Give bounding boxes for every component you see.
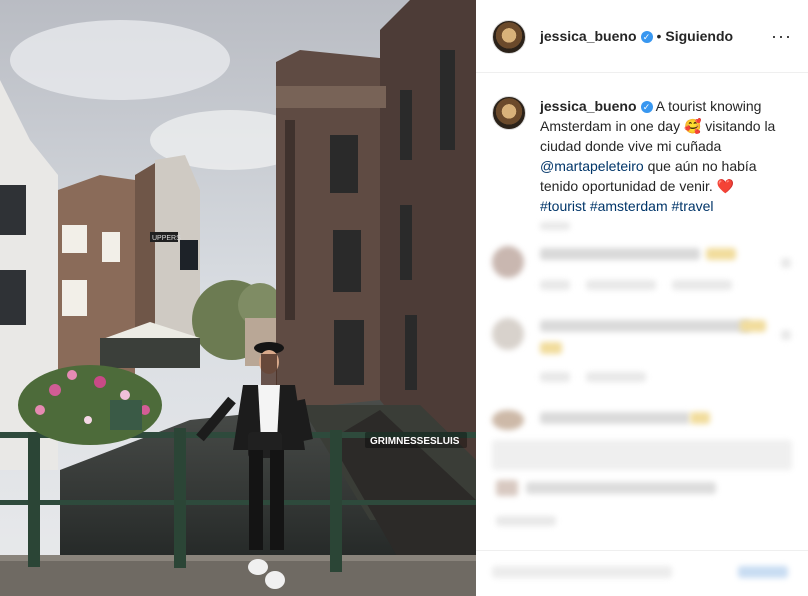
header-user-row: jessica_bueno ✓ • Siguiendo xyxy=(540,28,733,46)
hashtag-link[interactable]: #travel xyxy=(672,198,714,214)
comment-avatar xyxy=(492,246,524,278)
caption-text: jessica_bueno ✓ A tourist knowing Amsterd… xyxy=(540,96,790,216)
blurred-meta xyxy=(586,280,656,290)
blurred-comment xyxy=(540,248,700,260)
user-tag[interactable]: GRIMNESSESLUIS xyxy=(370,436,460,447)
blurred-meta xyxy=(540,372,570,382)
hashtag-link[interactable]: #amsterdam xyxy=(590,198,668,214)
blurred-actions xyxy=(492,440,792,470)
caption-avatar[interactable] xyxy=(492,96,526,130)
comment-input[interactable] xyxy=(492,566,672,578)
caption-username[interactable]: jessica_bueno xyxy=(540,98,637,114)
blurred-meta xyxy=(586,372,646,382)
blurred-meta xyxy=(540,280,570,290)
post-sidebar: jessica_bueno ✓ • Siguiendo ··· jessica_bue… xyxy=(476,0,808,596)
blurred-like xyxy=(781,258,791,268)
blurred-emoji xyxy=(740,320,766,332)
post-header: jessica_bueno ✓ • Siguiendo ··· xyxy=(476,0,808,73)
comment-avatar xyxy=(492,318,524,350)
post-photo[interactable]: UPPERS GRIMNESSESLUIS xyxy=(0,0,476,596)
blurred-comment xyxy=(540,320,750,332)
mention-link[interactable]: @martapeleteiro xyxy=(540,158,644,174)
caption-verified-icon: ✓ xyxy=(640,101,653,114)
blurred-emoji xyxy=(690,412,710,424)
blurred-date xyxy=(496,516,556,526)
blurred-avatar xyxy=(496,480,518,496)
comment-avatar xyxy=(492,410,524,430)
verified-badge-icon: ✓ xyxy=(640,30,653,43)
divider xyxy=(476,550,808,551)
red-heart-emoji-icon: ❤️ xyxy=(716,178,735,194)
following-button[interactable]: Siguiendo xyxy=(665,28,733,44)
hashtag-link[interactable]: #tourist xyxy=(540,198,586,214)
avatar[interactable] xyxy=(492,20,526,54)
blurred-likes xyxy=(526,482,716,494)
blurred-comment xyxy=(540,412,690,424)
blurred-emoji xyxy=(706,248,736,260)
more-options-icon[interactable]: ··· xyxy=(771,26,792,47)
smiling-hearts-emoji-icon: 🥰 xyxy=(683,118,702,134)
blurred-meta xyxy=(672,280,732,290)
blurred-emoji xyxy=(540,342,562,354)
header-username[interactable]: jessica_bueno xyxy=(540,28,637,44)
blurred-timestamp xyxy=(540,222,570,230)
amsterdam-canal-photo: UPPERS GRIMNESSESLUIS xyxy=(0,0,476,596)
publish-button[interactable] xyxy=(738,566,788,578)
blurred-like xyxy=(781,330,791,340)
sign-text: UPPERS xyxy=(152,235,181,242)
header-separator: • xyxy=(656,28,662,44)
